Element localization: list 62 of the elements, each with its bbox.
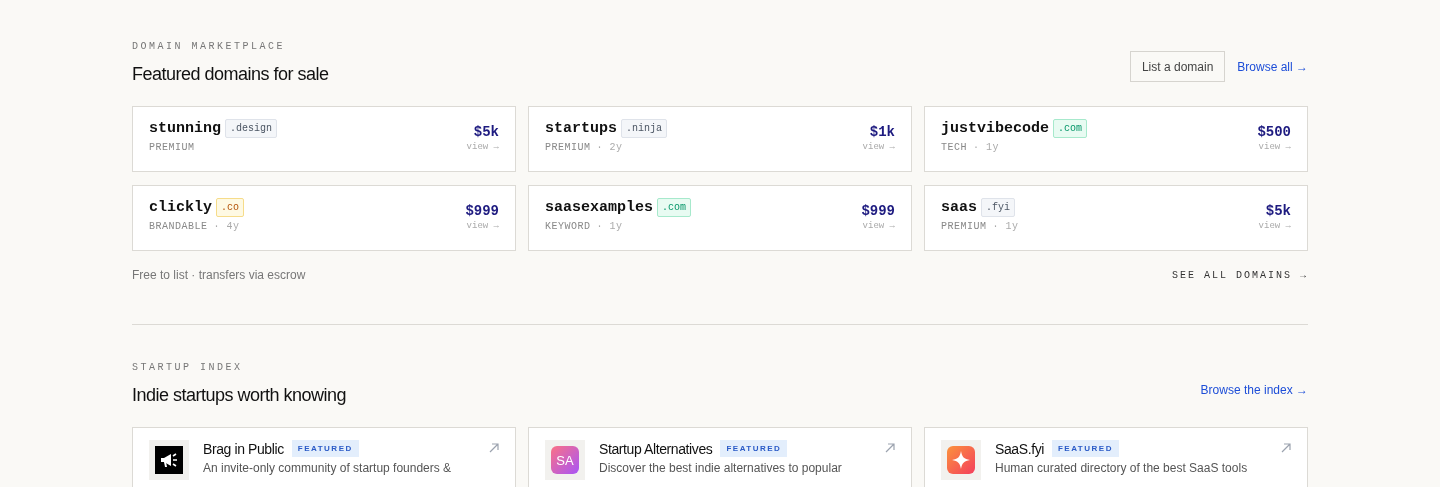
domain-name: stunning (149, 120, 221, 137)
logo-initials: SA (551, 446, 579, 474)
domain-age: · 4y (213, 221, 240, 232)
domain-name: justvibecode (941, 120, 1050, 137)
see-all-domains-link[interactable]: SEE ALL DOMAINS → (1171, 269, 1308, 281)
footnote: Free to list · transfers via escrow (132, 268, 306, 282)
domain-age: · 2y (596, 142, 623, 153)
tld-tag: .com (1053, 119, 1088, 138)
domain-category: PREMIUM (941, 221, 987, 232)
domain-category: TECH (941, 142, 967, 153)
startup-card[interactable]: SaaS.fyi FEATURED Human curated directory of the best SaaS tools (924, 427, 1308, 487)
domain-card[interactable]: saasexamples .com KEYWORD · 1y $999 view → (528, 185, 912, 251)
startup-description: Human curated directory of the best SaaS tools (995, 460, 1248, 476)
domain-name: startups (545, 120, 617, 137)
startup-name: Startup Alternatives (599, 440, 713, 457)
domain-age: · 1y (973, 142, 1000, 153)
startup-card[interactable]: SA Startup Alternatives FEATURED Discover the best indie alternatives to popular (528, 427, 912, 487)
external-arrow-icon (885, 443, 895, 453)
tld-tag: .ninja (621, 119, 668, 138)
tld-tag: .co (216, 198, 245, 217)
domain-price: $1k (869, 124, 895, 140)
domain-card[interactable]: saas .fyi PREMIUM · 1y $5k view → (924, 185, 1308, 251)
tld-tag: .fyi (981, 198, 1016, 217)
domain-name: saas (941, 199, 977, 216)
domain-card[interactable]: clickly .co BRANDABLE · 4y $999 view → (132, 185, 516, 251)
featured-badge: FEATURED (1051, 440, 1119, 457)
tld-tag: .design (225, 119, 278, 138)
domain-card[interactable]: justvibecode .com TECH · 1y $500 view → (924, 106, 1308, 172)
domain-age: · 1y (596, 221, 623, 232)
sparkle-icon (947, 446, 975, 474)
domain-name: clickly (149, 199, 212, 216)
domain-category: PREMIUM (545, 142, 591, 153)
external-arrow-icon (489, 443, 499, 453)
startup-name: SaaS.fyi (995, 440, 1044, 457)
browse-index-link[interactable]: Browse the index → (1200, 383, 1308, 397)
domain-category: KEYWORD (545, 221, 591, 232)
tld-tag: .com (657, 198, 692, 217)
section-title: Featured domains for sale (132, 63, 329, 86)
startup-card[interactable]: Brag in Public FEATURED An invite-only community of startup founders & (132, 427, 516, 487)
domain-category: BRANDABLE (149, 221, 208, 232)
domain-price: $500 (1257, 124, 1291, 140)
domain-card[interactable]: startups .ninja PREMIUM · 2y $1k view → (528, 106, 912, 172)
featured-badge: FEATURED (291, 440, 359, 457)
domain-name: saasexamples (545, 199, 654, 216)
domain-price: $999 (861, 203, 895, 219)
browse-all-link[interactable]: Browse all → (1237, 59, 1308, 74)
startup-description: An invite-only community of startup founders & (203, 460, 452, 476)
startup-name: Brag in Public (203, 440, 284, 457)
startup-description: Discover the best indie alternatives to popular (599, 460, 842, 476)
domain-price: $5k (1265, 203, 1291, 219)
section-eyebrow: DOMAIN MARKETPLACE (132, 40, 287, 54)
domain-category: PREMIUM (149, 142, 195, 153)
domain-price: $5k (473, 124, 499, 140)
list-domain-button[interactable]: List a domain (1129, 51, 1226, 82)
external-arrow-icon (1281, 443, 1291, 453)
domain-price: $999 (465, 203, 499, 219)
featured-badge: FEATURED (720, 440, 788, 457)
section-title: Indie startups worth knowing (132, 384, 347, 407)
domain-age: · 1y (992, 221, 1019, 232)
megaphone-icon (155, 446, 183, 474)
domain-card[interactable]: stunning .design PREMIUM $5k view → (132, 106, 516, 172)
section-eyebrow: STARTUP INDEX (132, 361, 244, 375)
